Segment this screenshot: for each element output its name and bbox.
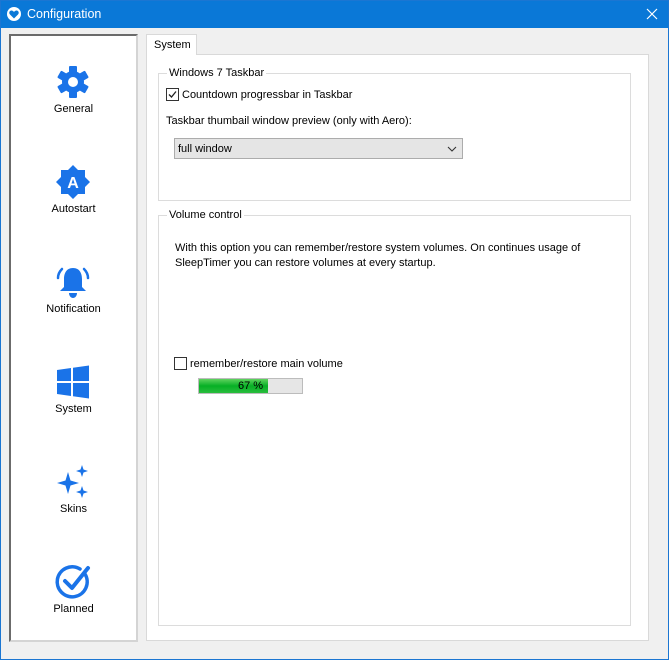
app-heart-icon (7, 7, 21, 21)
tab-label: System (154, 39, 191, 51)
sidebar: General A Autostart Notification System (9, 34, 138, 642)
sidebar-item-notification[interactable]: Notification (11, 264, 136, 334)
sidebar-item-skins[interactable]: Skins (11, 464, 136, 534)
sidebar-item-general[interactable]: General (11, 64, 136, 134)
chevron-down-icon (447, 146, 457, 152)
thumbnail-preview-select[interactable]: full window (174, 138, 463, 159)
sparkles-icon (57, 465, 88, 498)
sidebar-item-autostart[interactable]: A Autostart (11, 164, 136, 234)
svg-text:A: A (67, 175, 79, 192)
title-bar[interactable]: Configuration (1, 1, 668, 28)
tab-system[interactable]: System (146, 34, 197, 55)
sidebar-item-label: Notification (46, 303, 101, 315)
sidebar-item-label: General (53, 103, 94, 115)
countdown-progressbar-checkbox[interactable] (166, 88, 179, 101)
volume-progress-text: 67 % (237, 380, 264, 392)
sidebar-item-planned[interactable]: Planned (11, 564, 136, 634)
sidebar-item-label: Planned (53, 603, 94, 615)
volume-progressbar: 67 % (198, 378, 303, 394)
sidebar-item-system[interactable]: System (11, 364, 136, 434)
sidebar-item-label: Autostart (51, 203, 96, 215)
group-title: Windows 7 Taskbar (167, 67, 267, 79)
thumbnail-preview-label: Taskbar thumbail window preview (only wi… (166, 115, 412, 127)
autostart-icon: A (56, 165, 90, 199)
remember-volume-checkbox[interactable] (174, 357, 187, 370)
windows-logo-icon (57, 365, 89, 399)
close-button[interactable] (636, 1, 668, 28)
countdown-progressbar-label[interactable]: Countdown progressbar in Taskbar (182, 89, 352, 101)
bell-icon (56, 267, 90, 298)
gear-icon (57, 66, 89, 98)
window-title: Configuration (27, 7, 102, 21)
select-value: full window (178, 143, 232, 155)
sidebar-item-label: System (55, 403, 92, 415)
check-circle-icon (55, 565, 90, 599)
close-icon (646, 8, 658, 20)
remember-volume-label[interactable]: remember/restore main volume (190, 358, 343, 370)
checkmark-icon (168, 91, 177, 98)
group-title: Volume control (167, 209, 244, 221)
volume-control-group: Volume control (158, 209, 631, 626)
volume-description: With this option you can remember/restor… (175, 242, 581, 269)
sidebar-item-label: Skins (60, 503, 87, 515)
